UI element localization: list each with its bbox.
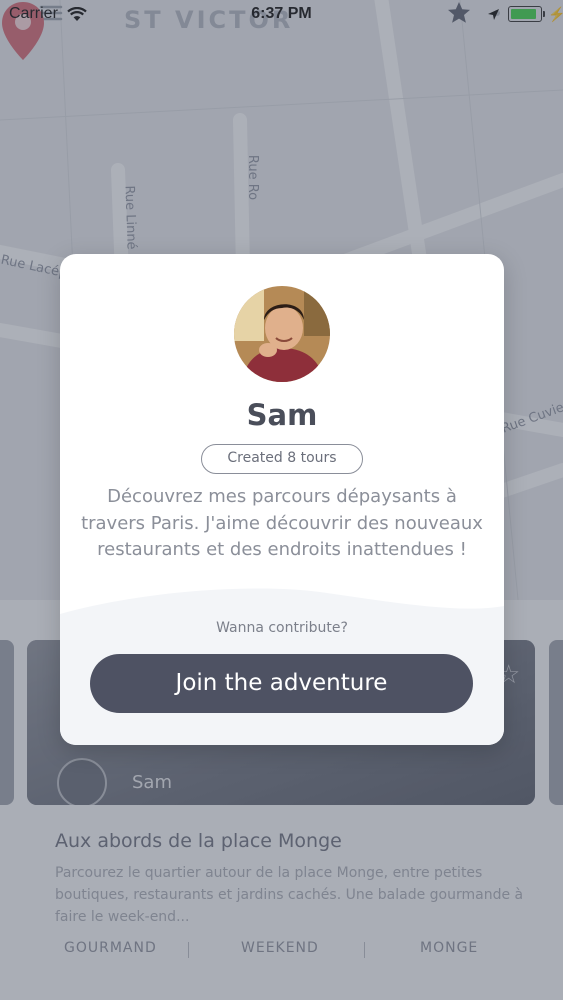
contribute-prompt: Wanna contribute?: [216, 620, 348, 636]
profile-modal: Sam Created 8 tours Découvrez mes parcou…: [60, 254, 504, 745]
tours-count-badge: Created 8 tours: [201, 444, 363, 474]
profile-name: Sam: [246, 398, 318, 432]
profile-bio: Découvrez mes parcours dépaysants à trav…: [81, 486, 483, 560]
profile-photo-image: [234, 286, 330, 382]
profile-avatar: [234, 286, 330, 382]
join-adventure-button[interactable]: Join the adventure: [90, 654, 473, 713]
